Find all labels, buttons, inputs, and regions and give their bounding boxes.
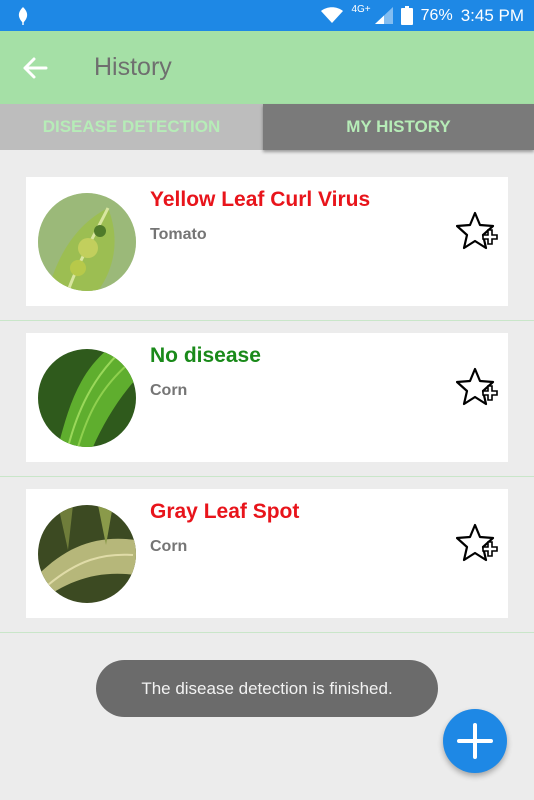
- wifi-icon: [321, 7, 344, 23]
- add-favorite-star-icon[interactable]: [456, 522, 498, 564]
- app-notification-icon: [18, 7, 28, 25]
- tab-bar: DISEASE DETECTION MY HISTORY: [0, 104, 534, 150]
- disease-name: Yellow Leaf Curl Virus: [150, 188, 371, 211]
- history-card[interactable]: Yellow Leaf Curl Virus Tomato: [26, 177, 508, 306]
- crop-name: Corn: [150, 538, 188, 555]
- crop-name: Corn: [150, 382, 188, 399]
- status-bar: 4G+ 76% 3:45 PM: [0, 0, 534, 31]
- leaf-photo-thumbnail: [38, 193, 136, 291]
- disease-name: Gray Leaf Spot: [150, 500, 300, 523]
- add-favorite-star-icon[interactable]: [456, 210, 498, 252]
- leaf-photo-thumbnail: [38, 349, 136, 447]
- tab-disease-detection[interactable]: DISEASE DETECTION: [0, 104, 263, 150]
- add-favorite-star-icon[interactable]: [456, 366, 498, 408]
- history-row: Gray Leaf Spot Corn: [0, 477, 534, 633]
- history-card[interactable]: Gray Leaf Spot Corn: [26, 489, 508, 618]
- crop-name: Tomato: [150, 226, 207, 243]
- disease-name: No disease: [150, 344, 261, 367]
- plus-icon: [457, 723, 493, 759]
- battery-icon: [400, 6, 413, 25]
- back-arrow-icon[interactable]: [20, 53, 50, 83]
- leaf-photo-thumbnail: [38, 505, 136, 603]
- page-title: History: [94, 53, 172, 81]
- app-bar: History: [0, 31, 534, 104]
- network-type-label: 4G+: [351, 4, 371, 15]
- tab-my-history[interactable]: MY HISTORY: [263, 104, 534, 150]
- history-list: Yellow Leaf Curl Virus Tomato No disease…: [0, 165, 534, 633]
- history-row: No disease Corn: [0, 321, 534, 477]
- toast-message: The disease detection is finished.: [96, 660, 438, 717]
- history-row: Yellow Leaf Curl Virus Tomato: [0, 165, 534, 321]
- battery-percentage: 76%: [420, 6, 453, 24]
- history-card[interactable]: No disease Corn: [26, 333, 508, 462]
- add-detection-fab[interactable]: [443, 709, 507, 773]
- signal-icon: [374, 7, 393, 24]
- clock: 3:45 PM: [460, 5, 524, 25]
